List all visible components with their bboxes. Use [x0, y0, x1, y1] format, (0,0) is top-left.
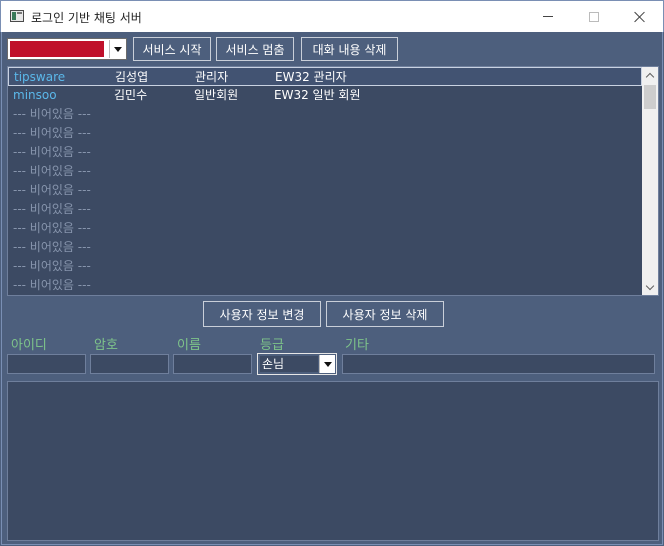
etc-field[interactable]: [342, 354, 655, 374]
close-icon: [634, 11, 646, 23]
list-item[interactable]: minsoo 김민수 일반회원 EW32 일반 회원: [8, 86, 642, 105]
list-item[interactable]: --- 비어있음 ---: [8, 143, 642, 162]
modify-user-button[interactable]: 사용자 정보 변경: [203, 301, 321, 327]
chevron-down-icon: [113, 46, 122, 52]
chevron-down-icon: [323, 361, 332, 367]
main-panel: 서비스 시작 서비스 멈춤 대화 내용 삭제 tipsware 김성엽 관리자 …: [1, 32, 663, 545]
user-name: 김민수: [114, 88, 148, 102]
scrollbar-thumb[interactable]: [644, 85, 656, 109]
chevron-up-icon: [645, 72, 655, 81]
maximize-button[interactable]: [571, 1, 617, 32]
etc-label: 기타: [345, 338, 369, 353]
grade-label: 등급: [260, 338, 284, 353]
empty-slot-label: --- 비어있음 ---: [13, 221, 91, 235]
title-bar: 로그인 기반 채팅 서버: [0, 0, 664, 32]
empty-slot-label: --- 비어있음 ---: [13, 259, 91, 273]
name-label: 이름: [177, 338, 201, 353]
start-service-button[interactable]: 서비스 시작: [133, 37, 211, 61]
list-item[interactable]: --- 비어있음 ---: [8, 105, 642, 124]
list-item[interactable]: --- 비어있음 ---: [8, 257, 642, 276]
empty-slot-label: --- 비어있음 ---: [13, 145, 91, 159]
id-label: 아이디: [11, 338, 47, 353]
chevron-down-icon: [645, 281, 655, 290]
list-item[interactable]: --- 비어있음 ---: [8, 238, 642, 257]
minimize-button[interactable]: [525, 1, 571, 32]
combo-dropdown-button[interactable]: [109, 40, 125, 58]
empty-slot-label: --- 비어있음 ---: [13, 202, 91, 216]
list-item[interactable]: --- 비어있음 ---: [8, 276, 642, 295]
combo-dropdown-button[interactable]: [319, 355, 335, 373]
empty-slot-label: --- 비어있음 ---: [13, 126, 91, 140]
stop-service-button[interactable]: 서비스 멈춤: [216, 37, 294, 61]
empty-slot-label: --- 비어있음 ---: [13, 240, 91, 254]
user-grade: 일반회원: [194, 88, 239, 102]
user-list[interactable]: tipsware 김성엽 관리자 EW32 관리자 minsoo 김민수 일반회…: [7, 66, 659, 296]
id-field[interactable]: [7, 354, 86, 374]
user-id: minsoo: [13, 88, 57, 102]
user-name: 김성엽: [115, 70, 149, 84]
app-icon: [10, 10, 24, 22]
scroll-down-button[interactable]: [642, 279, 658, 295]
list-item[interactable]: --- 비어있음 ---: [8, 162, 642, 181]
grade-select[interactable]: 손님: [257, 353, 337, 375]
delete-user-button[interactable]: 사용자 정보 삭제: [326, 301, 444, 327]
empty-slot-label: --- 비어있음 ---: [13, 107, 91, 121]
minimize-icon: [543, 16, 553, 17]
list-item[interactable]: --- 비어있음 ---: [8, 124, 642, 143]
chat-log-area[interactable]: [7, 381, 659, 541]
empty-slot-label: --- 비어있음 ---: [13, 164, 91, 178]
empty-slot-label: --- 비어있음 ---: [13, 183, 91, 197]
empty-slot-label: --- 비어있음 ---: [13, 278, 91, 292]
user-etc: EW32 일반 회원: [274, 88, 361, 102]
list-item[interactable]: tipsware 김성엽 관리자 EW32 관리자: [8, 67, 642, 86]
user-id: tipsware: [14, 70, 66, 84]
close-button[interactable]: [617, 1, 663, 32]
name-field[interactable]: [173, 354, 252, 374]
window-title: 로그인 기반 채팅 서버: [31, 11, 142, 25]
grade-select-value: 손님: [260, 356, 318, 372]
server-select-combo[interactable]: [7, 38, 127, 60]
list-item[interactable]: --- 비어있음 ---: [8, 219, 642, 238]
list-item[interactable]: --- 비어있음 ---: [8, 181, 642, 200]
server-select-value: [10, 41, 104, 57]
password-label: 암호: [94, 338, 118, 353]
scroll-up-button[interactable]: [642, 67, 658, 83]
password-field[interactable]: [90, 354, 169, 374]
user-grade: 관리자: [195, 70, 229, 84]
clear-chat-button[interactable]: 대화 내용 삭제: [301, 37, 398, 61]
maximize-icon: [589, 11, 599, 22]
list-scrollbar[interactable]: [642, 67, 658, 295]
user-etc: EW32 관리자: [275, 70, 347, 84]
list-item[interactable]: --- 비어있음 ---: [8, 200, 642, 219]
